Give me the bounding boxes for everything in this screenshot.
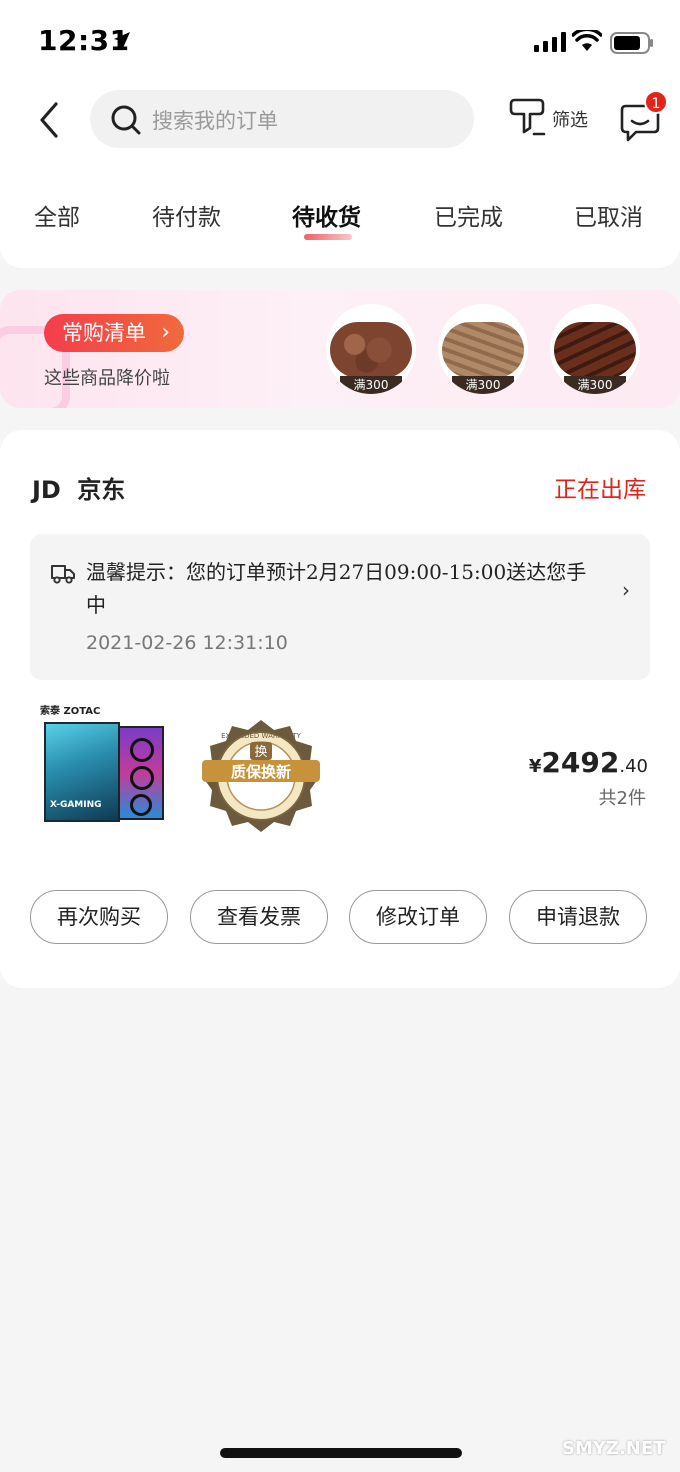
tab-pending-receipt[interactable]: 待收货: [292, 198, 361, 232]
battery-icon: [610, 32, 653, 54]
promo-product-thumb[interactable]: 满300: [326, 304, 416, 394]
frequent-list-label: 常购清单: [62, 321, 146, 345]
status-bar: 12:31: [0, 22, 680, 62]
promo-thumb-tag: 满300: [452, 376, 514, 394]
order-tabs: 全部 待付款 待收货 已完成 已取消: [0, 190, 680, 246]
delivery-tip[interactable]: 温馨提示：您的订单预计2月27日09:00-15:00送达您手中 2021-02…: [30, 534, 650, 680]
active-tab-indicator: [304, 234, 352, 240]
product-graphics-card-image[interactable]: 索泰 ZOTAC X-GAMING: [38, 702, 172, 842]
warranty-seal-icon: EXTENDED WARRANTY 换 质保换新: [202, 720, 320, 832]
price-currency: ¥: [528, 756, 542, 777]
order-status: 正在出库: [554, 477, 646, 503]
order-quantity: 共2件: [598, 788, 646, 809]
search-placeholder: 搜索我的订单: [152, 109, 278, 133]
message-button[interactable]: 1: [614, 90, 668, 142]
view-invoice-button[interactable]: 查看发票: [190, 890, 328, 944]
beef-jerky-cubes-image: [330, 322, 412, 378]
filter-icon: [509, 98, 546, 136]
watermark-text: SMYZ.NET: [562, 1438, 666, 1459]
promo-product-thumb[interactable]: 满300: [550, 304, 640, 394]
chevron-right-icon: ›: [622, 578, 630, 602]
warranty-arc-text: EXTENDED WARRANTY: [221, 732, 302, 740]
jd-logo: JD: [32, 476, 61, 504]
cellular-signal-icon: [534, 32, 566, 52]
product-warranty-image[interactable]: EXTENDED WARRANTY 换 质保换新: [196, 714, 326, 844]
modify-order-button[interactable]: 修改订单: [349, 890, 487, 944]
filter-label: 筛选: [552, 110, 588, 131]
beef-jerky-slices-image: [442, 322, 524, 378]
tab-cancelled[interactable]: 已取消: [574, 198, 643, 232]
promo-subtitle: 这些商品降价啦: [44, 368, 170, 389]
tab-all[interactable]: 全部: [34, 198, 80, 232]
truck-icon: [51, 565, 75, 584]
promo-thumb-tag: 满300: [564, 376, 626, 394]
shop-name[interactable]: JD 京东: [32, 470, 125, 505]
wifi-icon: [572, 30, 602, 51]
chevron-right-icon: ›: [161, 320, 170, 345]
delivery-tip-time: 2021-02-26 12:31:10: [86, 632, 288, 654]
location-arrow-icon: [114, 32, 130, 48]
tab-pending-payment[interactable]: 待付款: [152, 198, 221, 232]
tab-completed[interactable]: 已完成: [434, 198, 503, 232]
filter-button[interactable]: 筛选: [506, 96, 596, 140]
order-card[interactable]: JD 京东 正在出库 温馨提示：您的订单预计2月27日09:00-15:00送达…: [0, 430, 680, 988]
top-nav: 搜索我的订单 筛选 1: [0, 88, 680, 152]
frequent-purchase-banner[interactable]: 常购清单 › 这些商品降价啦 满300 满300 满300: [0, 290, 680, 408]
gpu-box-label: X-GAMING: [50, 800, 102, 810]
shop-name-label: 京东: [77, 476, 126, 504]
buy-again-button[interactable]: 再次购买: [30, 890, 168, 944]
warranty-badge-char: 换: [254, 745, 267, 760]
order-price: ¥2492.40: [529, 746, 648, 779]
search-icon: [111, 105, 141, 135]
back-button[interactable]: [34, 98, 68, 142]
warranty-label: 质保换新: [231, 763, 291, 781]
order-actions: 再次购买 查看发票 修改订单 申请退款: [0, 890, 680, 946]
request-refund-button[interactable]: 申请退款: [509, 890, 647, 944]
promo-thumb-tag: 满300: [340, 376, 402, 394]
gpu-box-front: X-GAMING: [44, 722, 120, 822]
gpu-card-side: [118, 726, 164, 820]
delivery-tip-text: 温馨提示：您的订单预计2月27日09:00-15:00送达您手中: [86, 560, 587, 617]
promo-product-thumb[interactable]: 满300: [438, 304, 528, 394]
frequent-list-button[interactable]: 常购清单 ›: [44, 314, 184, 352]
price-decimal: .40: [619, 756, 648, 777]
price-integer: 2492: [541, 746, 620, 779]
product-brand-text: 索泰 ZOTAC: [40, 706, 101, 717]
header-area: 12:31 搜索我的订单 筛选 1 全部 待付款 待收货 已完成 已取消: [0, 0, 680, 268]
search-input[interactable]: 搜索我的订单: [90, 90, 474, 148]
message-badge: 1: [644, 90, 668, 114]
beef-jerky-strips-image: [554, 322, 636, 378]
home-indicator[interactable]: [220, 1448, 462, 1458]
